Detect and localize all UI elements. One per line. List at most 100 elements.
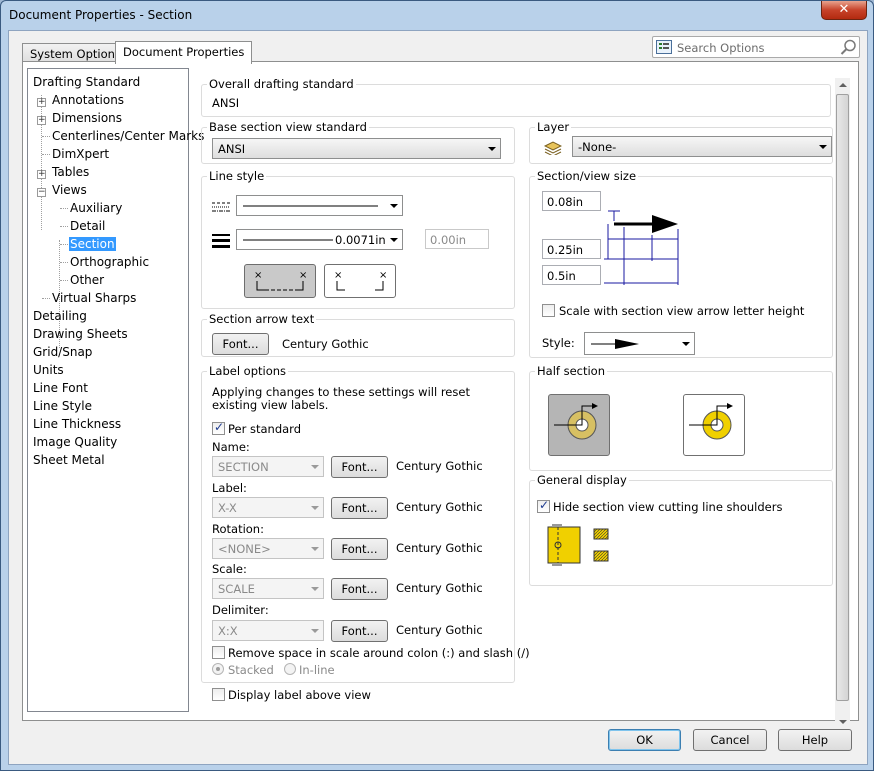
delimiter-font-name: Century Gothic	[396, 623, 483, 637]
delimiter-select[interactable]: X:X	[212, 620, 324, 641]
base-standard-select[interactable]: ANSI	[212, 138, 501, 159]
tree-item-annotations[interactable]: Annotations	[52, 93, 124, 107]
svg-text:×: ×	[379, 270, 387, 281]
tree-item-virtual-sharps[interactable]: Virtual Sharps	[52, 291, 136, 305]
scroll-down-icon[interactable]	[839, 719, 847, 725]
tree-item-sheet-metal[interactable]: Sheet Metal	[33, 453, 105, 467]
tree-item-detail[interactable]: Detail	[70, 219, 105, 233]
cutting-line-with-shoulders-button[interactable]: × ×	[244, 264, 316, 298]
scroll-thumb[interactable]	[836, 94, 849, 701]
scale-with-letter-height-checkbox[interactable]	[542, 304, 555, 317]
display-label-above-checkbox[interactable]	[212, 688, 225, 701]
arrow-size-2-input[interactable]: 0.25in	[542, 239, 601, 259]
rotation-font-name: Century Gothic	[396, 541, 483, 555]
scale-with-letter-height-label: Scale with section view arrow letter hei…	[559, 304, 805, 318]
ok-button[interactable]: OK	[608, 729, 681, 751]
tree-item-section[interactable]: Section	[69, 237, 116, 251]
rotation-label: Rotation:	[212, 522, 264, 536]
label-font-button[interactable]: Font...	[331, 497, 388, 519]
tree-item-auxiliary[interactable]: Auxiliary	[70, 201, 122, 215]
hide-shoulders-checkbox[interactable]	[537, 498, 550, 513]
arrow-style-select[interactable]	[584, 332, 695, 355]
half-section-option-2-button[interactable]	[683, 394, 745, 456]
scale-label: Scale:	[212, 562, 247, 576]
overall-standard-group: Overall drafting standard ANSI	[201, 77, 831, 117]
thickness-line-icon	[243, 239, 333, 241]
line-style-title: Line style	[207, 169, 267, 183]
tree-item-line-font[interactable]: Line Font	[33, 381, 88, 395]
cancel-button[interactable]: Cancel	[693, 729, 767, 751]
arrow-size-1-input[interactable]: 0.08in	[542, 191, 601, 211]
arrow-dimensions-diagram-icon	[604, 210, 679, 285]
tree-item-tables[interactable]: Tables	[52, 165, 89, 179]
tree-item-other[interactable]: Other	[70, 273, 104, 287]
scroll-up-icon[interactable]	[839, 82, 847, 88]
collapse-views-icon[interactable]: −	[37, 188, 46, 197]
name-font-name: Century Gothic	[396, 459, 483, 473]
section-view-size-title: Section/view size	[535, 169, 639, 183]
custom-thickness-input[interactable]: 0.00in	[425, 229, 489, 249]
tab-document-properties[interactable]: Document Properties	[115, 41, 253, 64]
delimiter-value: X:X	[218, 624, 238, 638]
remove-space-checkbox[interactable]	[212, 646, 225, 659]
panel-scrollbar[interactable]	[835, 78, 850, 729]
arrow-style-label: Style:	[542, 336, 575, 350]
svg-text:×: ×	[299, 270, 307, 281]
tree-item-line-thickness[interactable]: Line Thickness	[33, 417, 121, 431]
line-font-icon	[212, 202, 230, 212]
tree-item-drawing-sheets[interactable]: Drawing Sheets	[33, 327, 128, 341]
tree-item-detailing[interactable]: Detailing	[33, 309, 87, 323]
line-thickness-select[interactable]: 0.0071in	[236, 229, 403, 250]
stacked-radio[interactable]	[212, 663, 224, 675]
search-placeholder: Search Options	[677, 41, 765, 55]
overall-standard-title: Overall drafting standard	[207, 77, 356, 91]
chevron-down-icon	[311, 506, 319, 510]
inline-radio[interactable]	[284, 663, 296, 675]
rotation-select[interactable]: <NONE>	[212, 538, 324, 559]
arrow-style-icon	[591, 339, 639, 349]
tree-item-views[interactable]: Views	[52, 183, 87, 197]
cutting-line-no-shoulders-button[interactable]: × ×	[324, 264, 396, 298]
per-standard-checkbox[interactable]	[212, 420, 225, 435]
label-select[interactable]: X-X	[212, 497, 324, 518]
expand-annotations-icon[interactable]: +	[37, 98, 46, 107]
name-select[interactable]: SECTION	[212, 456, 324, 477]
close-button[interactable]: ✕	[821, 1, 867, 20]
tree-item-dimensions[interactable]: Dimensions	[52, 111, 122, 125]
general-display-title: General display	[535, 473, 629, 487]
rotation-font-button[interactable]: Font...	[331, 538, 388, 560]
tree-item-grid-snap[interactable]: Grid/Snap	[33, 345, 92, 359]
tree-item-dimxpert[interactable]: DimXpert	[52, 147, 109, 161]
chevron-down-icon	[311, 547, 319, 551]
chevron-down-icon	[488, 147, 496, 151]
help-button[interactable]: Help	[778, 729, 852, 751]
tree-item-line-style[interactable]: Line Style	[33, 399, 92, 413]
layer-select[interactable]: -None-	[572, 136, 832, 157]
half-section-option-1-button[interactable]	[548, 394, 610, 456]
cutting-line-no-shoulders-icon: × ×	[334, 270, 387, 291]
expand-tables-icon[interactable]: +	[37, 170, 46, 179]
base-standard-value: ANSI	[218, 142, 246, 156]
layer-value: -None-	[578, 140, 617, 154]
scale-font-button[interactable]: Font...	[331, 578, 388, 600]
name-font-button[interactable]: Font...	[331, 456, 388, 478]
tree-item-image-quality[interactable]: Image Quality	[33, 435, 117, 449]
tree-item-orthographic[interactable]: Orthographic	[70, 255, 149, 269]
search-input[interactable]: Search Options	[652, 36, 860, 58]
magnifier-icon[interactable]	[840, 39, 857, 56]
scale-select[interactable]: SCALE	[212, 578, 324, 599]
label-font-name: Century Gothic	[396, 500, 483, 514]
tree-item-units[interactable]: Units	[33, 363, 64, 377]
label-options-note: Applying changes to these settings will …	[212, 385, 470, 412]
cutting-line-shoulders-icon: × ×	[254, 270, 307, 291]
arrow-size-3-input[interactable]: 0.5in	[542, 265, 601, 285]
tree-item-drafting-standard[interactable]: Drafting Standard	[33, 75, 140, 89]
delimiter-font-button[interactable]: Font...	[331, 620, 388, 642]
expand-dimensions-icon[interactable]: +	[37, 116, 46, 125]
per-standard-label: Per standard	[228, 422, 301, 436]
tree-item-centerlines[interactable]: Centerlines/Center Marks	[52, 129, 204, 143]
line-font-select[interactable]	[236, 195, 403, 216]
search-options-icon	[656, 40, 672, 54]
rotation-value: <NONE>	[218, 542, 271, 556]
arrow-text-font-button[interactable]: Font...	[212, 333, 269, 355]
